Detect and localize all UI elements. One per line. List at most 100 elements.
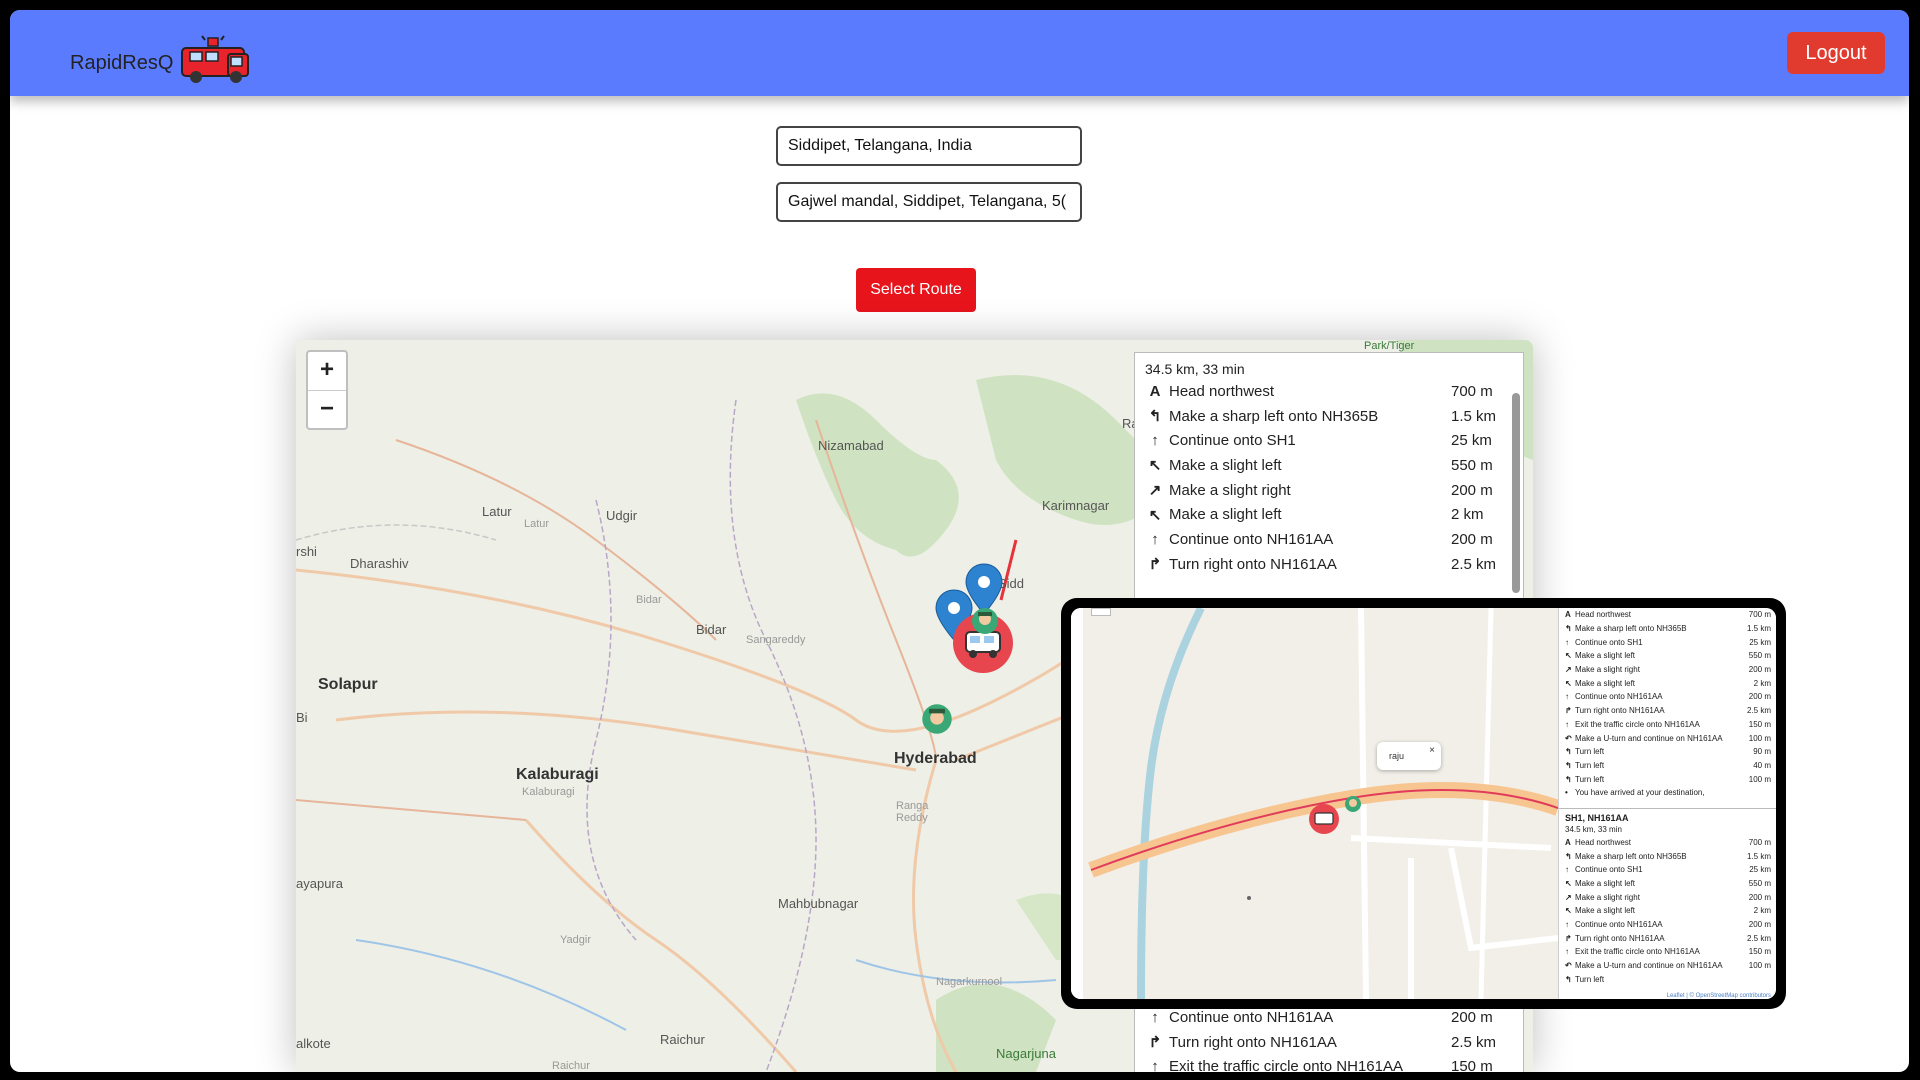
step-distance: 700 m [1748,837,1771,847]
turn-icon: ↖ [1148,506,1162,524]
zoom-out-button[interactable]: − [308,391,346,429]
step-distance: 2 km [1753,678,1771,688]
origin-input[interactable]: Siddipet, Telangana, India [776,126,1082,166]
direction-step[interactable]: ↖ Make a slight left 2 km [1145,502,1513,527]
direction-step[interactable]: ↰ Make a sharp left onto NH365B 1.5 km [1559,849,1776,863]
zoomed-ambulance-marker-icon[interactable] [1307,802,1341,836]
step-distance: 200 m [1451,1008,1493,1026]
step-instruction: Make a U-turn and continue on NH161AA [1575,733,1723,743]
direction-step[interactable]: • You have arrived at your destination, [1559,786,1776,800]
map-label-rshi: rshi [296,544,317,559]
direction-step[interactable]: ↑ Continue onto SH1 25 km [1145,428,1513,453]
zoomed-map[interactable]: raju × A Head northwest 700 m ↰ Make a sharp… [1071,608,1776,999]
direction-step[interactable]: ↰ Make a sharp left onto NH365B 1.5 km [1145,404,1513,429]
direction-step[interactable]: ↑ Exit the traffic circle onto NH161AA 150… [1559,718,1776,732]
directions-list-bottom: ↑ Continue onto NH161AA 200 m ↱ Turn right o… [1145,1005,1513,1072]
zoomed-route-summary: 34.5 km, 33 min [1565,824,1622,834]
step-distance: 700 m [1451,382,1493,400]
map-label-bidar-alt: Bidar [636,594,662,606]
step-distance: 1.5 km [1746,624,1771,634]
step-instruction: Continue onto NH161AA [1575,920,1663,930]
direction-step[interactable]: ↑ Continue onto NH161AA 200 m [1559,690,1776,704]
direction-step[interactable]: A Head northwest 700 m [1145,379,1513,404]
step-distance: 1.5 km [1451,407,1497,425]
map-label-udgir: Udgir [606,508,638,523]
direction-step[interactable]: A Head northwest 700 m [1559,608,1776,622]
step-instruction: Turn left [1575,774,1605,784]
map-label-latur: Latur [482,504,512,519]
map-label-ranga-reddy: Ranga Reddy [896,800,929,824]
directions-scrollbar[interactable] [1512,393,1520,593]
map-label-bi: Bi [296,710,308,725]
step-instruction: Continue onto NH161AA [1169,530,1334,548]
direction-step[interactable]: A Head northwest 700 m [1559,836,1776,850]
step-distance: 90 m [1753,747,1771,757]
direction-step[interactable]: ↑ Exit the traffic circle onto NH161AA 150… [1145,1054,1513,1072]
turn-icon: ↑ [1151,530,1159,548]
step-distance: 550 m [1748,651,1771,661]
direction-step[interactable]: ↑ Continue onto NH161AA 200 m [1145,527,1513,552]
turn-icon: ↱ [1565,933,1572,943]
step-distance: 200 m [1451,481,1493,499]
step-distance: 2.5 km [1451,555,1497,573]
direction-step[interactable]: ↗ Make a slight right 200 m [1559,663,1776,677]
zoomed-directions-panel[interactable]: A Head northwest 700 m ↰ Make a sharp left o… [1558,608,1776,999]
popup-close-icon[interactable]: × [1429,745,1435,756]
direction-step[interactable]: ↰ Make a sharp left onto NH365B 1.5 km [1559,622,1776,636]
brand-name: RapidResQ [70,52,174,74]
direction-step[interactable]: ↱ Turn right onto NH161AA 2.5 km [1145,1030,1513,1055]
direction-step[interactable]: ↗ Make a slight right 200 m [1559,890,1776,904]
turn-icon: A [1565,837,1571,847]
direction-step[interactable]: ↰ Turn left 100 m [1559,772,1776,786]
destination-input[interactable]: Gajwel mandal, Siddipet, Telangana, 5( [776,182,1082,222]
direction-step[interactable]: ↗ Make a slight right 200 m [1145,478,1513,503]
step-instruction: Make a slight left [1575,651,1636,661]
map-attribution[interactable]: Leaflet | © OpenStreetMap contributors [1666,993,1771,999]
direction-step[interactable]: ↶ Make a U-turn and continue on NH161AA 10… [1559,959,1776,973]
zoom-in-button[interactable]: + [308,352,346,391]
map-label-park-tiger: Park/Tiger [1364,340,1415,352]
select-route-button[interactable]: Select Route [856,268,976,312]
turn-icon: ↑ [1151,432,1159,450]
step-instruction: Head northwest [1575,837,1632,847]
direction-step[interactable]: ↱ Turn right onto NH161AA 2.5 km [1559,704,1776,718]
zoom-control: + − [306,350,348,430]
step-instruction: Make a slight right [1169,481,1291,499]
direction-step[interactable]: ↑ Continue onto SH1 25 km [1559,863,1776,877]
direction-step[interactable]: ↑ Continue onto SH1 25 km [1559,635,1776,649]
direction-step[interactable]: ↑ Continue onto NH161AA 200 m [1559,918,1776,932]
direction-step[interactable]: ↖ Make a slight left 550 m [1559,649,1776,663]
step-distance: 200 m [1748,892,1771,902]
map-label-mahbubnagar: Mahbubnagar [778,896,859,911]
map-label-nagarjuna: Nagarjuna [996,1046,1056,1061]
map-label-hyderabad: Hyderabad [894,750,977,767]
map-label-bidar: Bidar [696,622,727,637]
zoomed-driver-marker-icon[interactable] [1343,794,1363,814]
map-label-nagarkurnool: Nagarkurnool [936,976,1003,988]
direction-step[interactable]: ↰ Turn left 40 m [1559,759,1776,773]
direction-step[interactable]: ↖ Make a slight left 2 km [1559,676,1776,690]
logo[interactable]: RapidResQ [70,28,260,88]
step-instruction: Make a U-turn and continue on NH161AA [1575,961,1723,971]
step-distance: 25 km [1749,637,1771,647]
police-marker-icon[interactable] [920,702,954,736]
direction-step[interactable]: ↶ Make a U-turn and continue on NH161AA 10… [1559,731,1776,745]
direction-step[interactable]: ↑ Exit the traffic circle onto NH161AA 150… [1559,945,1776,959]
direction-step[interactable]: ↱ Turn right onto NH161AA 2.5 km [1145,552,1513,577]
map-label-latur-alt: Latur [524,518,550,530]
map-label-karimnagar: Karimnagar [1042,498,1110,513]
logout-button[interactable]: Logout [1787,32,1885,74]
step-instruction: Turn right onto NH161AA [1575,933,1665,943]
direction-step[interactable]: ↰ Turn left 90 m [1559,745,1776,759]
map-label-alkote: alkote [296,1036,331,1051]
zoomed-zoom-out-button[interactable] [1091,608,1111,616]
direction-step[interactable]: ↖ Make a slight left 550 m [1559,877,1776,891]
step-instruction: Turn left [1575,974,1605,984]
turn-icon: ↖ [1565,879,1572,889]
direction-step[interactable]: ↖ Make a slight left 2 km [1559,904,1776,918]
step-instruction: Turn right onto NH161AA [1169,555,1337,573]
direction-step[interactable]: ↱ Turn right onto NH161AA 2.5 km [1559,931,1776,945]
direction-step[interactable]: ↖ Make a slight left 550 m [1145,453,1513,478]
driver-marker-icon[interactable] [970,606,1000,636]
direction-step[interactable]: ↰ Turn left [1559,973,1776,987]
